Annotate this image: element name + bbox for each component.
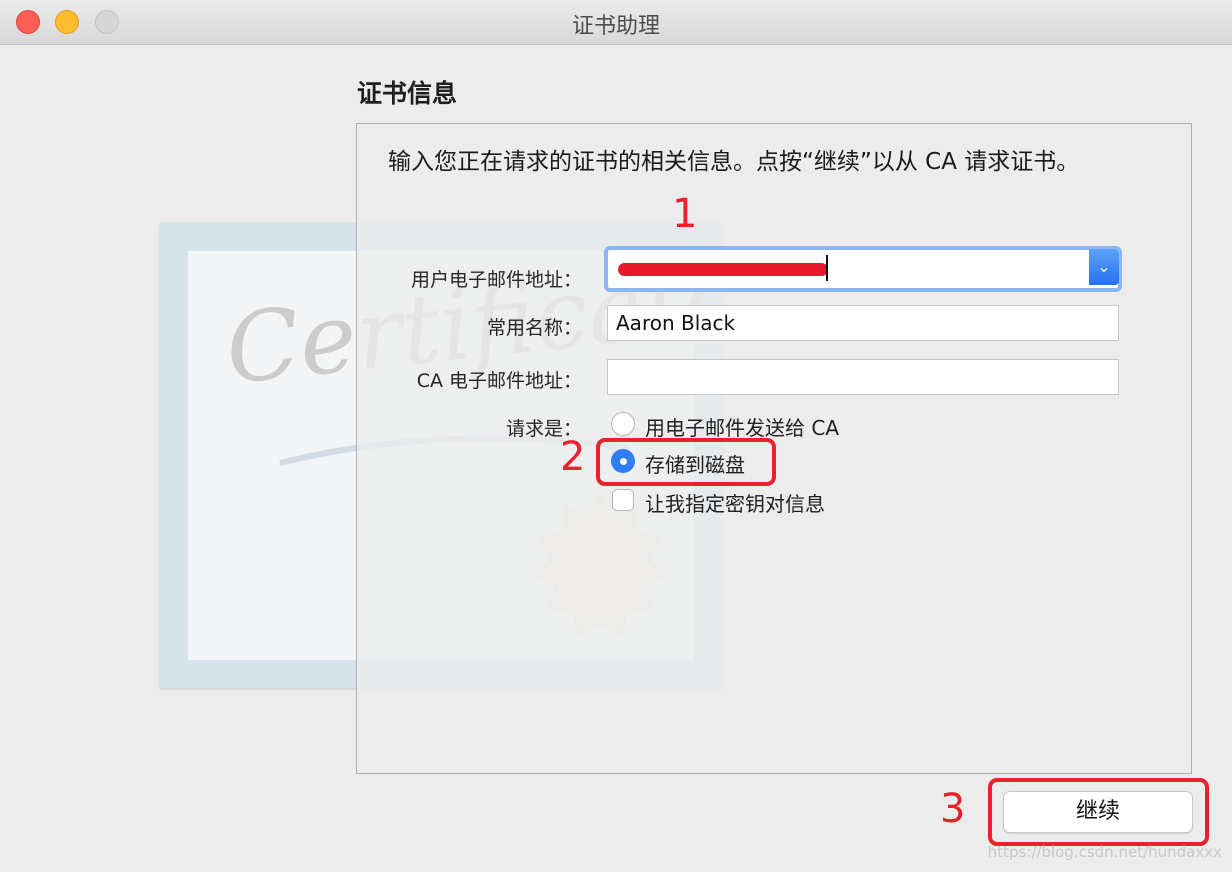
ca-email-field[interactable] — [607, 359, 1119, 395]
window-title: 证书助理 — [571, 14, 660, 39]
checkbox-specify-key[interactable] — [612, 489, 634, 511]
common-name-field[interactable]: Aaron Black — [607, 305, 1119, 341]
radio-email-ca[interactable] — [611, 412, 635, 436]
chevron-down-icon[interactable]: ⌄ — [1089, 249, 1119, 285]
watermark-text: https://blog.csdn.net/hundaxxx — [987, 843, 1222, 861]
request-label: 请求是： — [505, 418, 582, 440]
annotation-number-2: 2 — [560, 434, 586, 480]
ca-email-label: CA 电子邮件地址： — [416, 370, 582, 392]
annotation-number-3: 3 — [940, 786, 966, 832]
section-title: 证书信息 — [357, 79, 458, 108]
email-label: 用户电子邮件地址： — [410, 269, 582, 291]
continue-button[interactable]: 继续 — [1003, 791, 1193, 833]
option-specify-key-label: 让我指定密钥对信息 — [645, 492, 825, 516]
annotation-number-1: 1 — [672, 191, 698, 237]
intro-text: 输入您正在请求的证书的相关信息。点按“继续”以从 CA 请求证书。 — [388, 149, 1080, 175]
redaction-mark — [618, 263, 828, 276]
option-email-ca-label: 用电子邮件发送给 CA — [645, 416, 840, 440]
email-combobox[interactable]: ⌄ — [604, 246, 1122, 292]
window-titlebar: 证书助理 — [0, 0, 1232, 45]
common-name-label: 常用名称： — [486, 317, 582, 339]
annotation-highlight-save-disk — [596, 438, 776, 486]
text-caret — [826, 255, 828, 281]
